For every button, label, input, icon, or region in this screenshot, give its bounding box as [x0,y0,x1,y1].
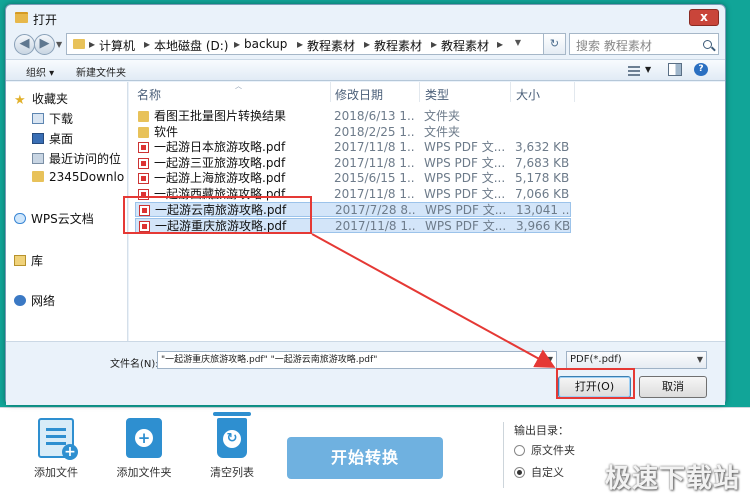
annotation-arrow [311,233,556,368]
